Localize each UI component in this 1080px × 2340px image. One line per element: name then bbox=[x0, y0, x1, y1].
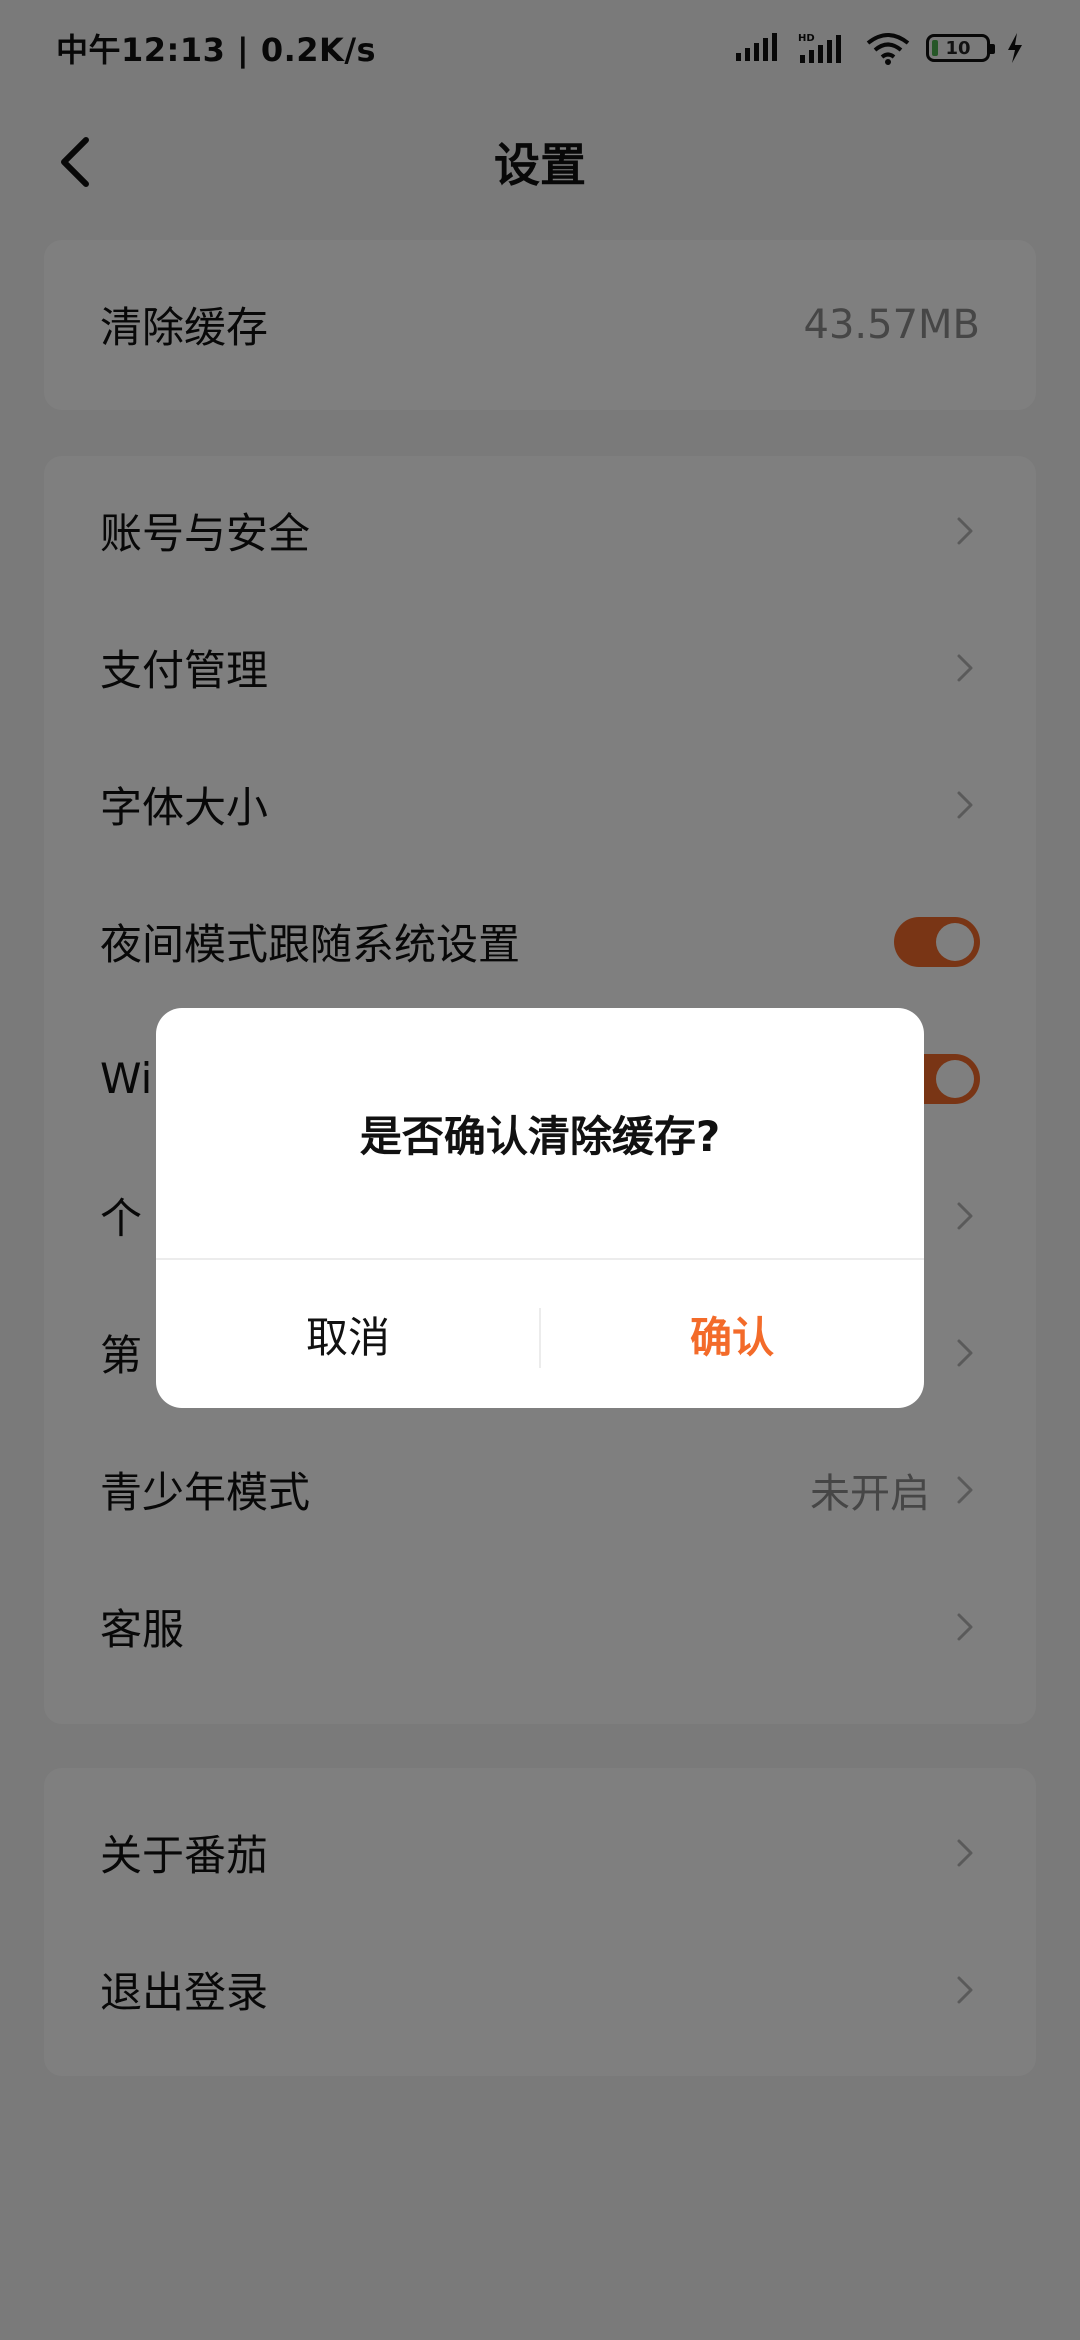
battery-level: 10 bbox=[945, 37, 971, 59]
dialog-title: 是否确认清除缓存? bbox=[359, 1111, 721, 1161]
confirm-dialog: 是否确认清除缓存? 取消 确认 bbox=[156, 1008, 924, 1408]
confirm-button[interactable]: 确认 bbox=[540, 1260, 924, 1408]
cancel-button[interactable]: 取消 bbox=[156, 1260, 540, 1408]
